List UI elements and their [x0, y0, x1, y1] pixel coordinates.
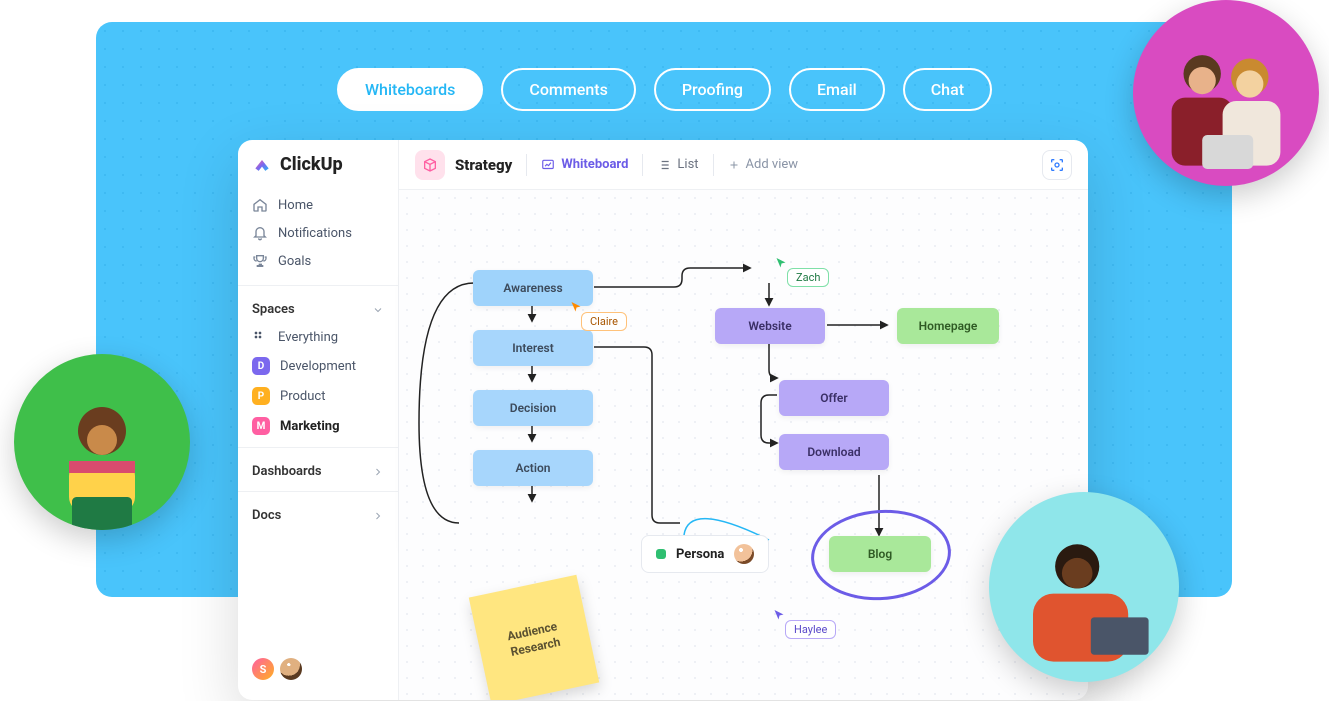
cursor-zach: [775, 254, 787, 273]
whiteboard-icon: [541, 158, 555, 172]
trophy-icon: [252, 253, 268, 269]
topbar: Strategy Whiteboard List Add view: [399, 140, 1088, 190]
cursor-arrow-icon: [773, 609, 785, 621]
tab-whiteboards[interactable]: Whiteboards: [337, 68, 483, 111]
node-action[interactable]: Action: [473, 450, 593, 486]
cursor-claire: [570, 298, 582, 317]
nav-notifications[interactable]: Notifications: [238, 219, 398, 247]
cursor-tag-haylee: Haylee: [785, 620, 836, 639]
main-area: Strategy Whiteboard List Add view: [399, 140, 1088, 700]
view-list-label: List: [677, 157, 698, 172]
sidebar: ClickUp Home Notifications Goals Spaces …: [238, 140, 399, 700]
person-laptop-illustration-icon: [999, 512, 1169, 682]
brand-name: ClickUp: [280, 154, 343, 175]
cursor-arrow-icon: [570, 301, 582, 313]
tab-comments[interactable]: Comments: [501, 68, 635, 111]
space-everything[interactable]: Everything: [238, 323, 398, 351]
cursor-tag-zach: Zach: [787, 268, 829, 287]
docs-row[interactable]: Docs: [238, 498, 398, 529]
app-window: ClickUp Home Notifications Goals Spaces …: [238, 140, 1088, 700]
view-whiteboard-label: Whiteboard: [561, 157, 628, 172]
add-view-label: Add view: [746, 157, 799, 172]
decor-photo-top-right: [1133, 0, 1319, 186]
plus-icon: [728, 159, 740, 171]
node-homepage[interactable]: Homepage: [897, 308, 999, 344]
cursor-arrow-icon: [775, 257, 787, 269]
chevron-right-icon: [372, 510, 384, 522]
add-view-button[interactable]: Add view: [728, 157, 799, 172]
docs-label: Docs: [252, 508, 281, 523]
persona-card[interactable]: Persona: [641, 535, 769, 573]
user-avatar-initial[interactable]: S: [252, 658, 274, 680]
nav-home[interactable]: Home: [238, 191, 398, 219]
sidebar-footer: S: [238, 648, 398, 690]
home-icon: [252, 197, 268, 213]
blog-highlight-ring: [808, 505, 954, 605]
space-badge-p: P: [252, 387, 270, 405]
scan-button[interactable]: [1042, 150, 1072, 180]
list-icon: [657, 158, 671, 172]
nav-home-label: Home: [278, 198, 313, 213]
view-list[interactable]: List: [657, 157, 698, 172]
brand[interactable]: ClickUp: [238, 154, 398, 187]
view-whiteboard[interactable]: Whiteboard: [541, 157, 628, 172]
whiteboard-canvas[interactable]: Awareness Interest Decision Action Websi…: [399, 190, 1088, 700]
node-website[interactable]: Website: [715, 308, 825, 344]
cursor-tag-claire: Claire: [581, 312, 627, 331]
tab-proofing[interactable]: Proofing: [654, 68, 771, 111]
space-product-label: Product: [280, 389, 325, 404]
people-illustration-icon: [1141, 16, 1311, 186]
space-development[interactable]: D Development: [238, 351, 398, 381]
person-illustration-icon: [27, 380, 177, 530]
dashboards-label: Dashboards: [252, 464, 322, 479]
space-marketing[interactable]: M Marketing: [238, 411, 398, 441]
persona-status-dot: [656, 549, 666, 559]
tab-email[interactable]: Email: [789, 68, 885, 111]
sticky-note[interactable]: Audience Research: [469, 575, 599, 700]
nav-goals-label: Goals: [278, 254, 311, 269]
spaces-header-label: Spaces: [252, 302, 295, 317]
nav-goals[interactable]: Goals: [238, 247, 398, 275]
persona-label: Persona: [676, 547, 724, 562]
scan-icon: [1049, 157, 1065, 173]
cube-icon: [415, 150, 445, 180]
node-interest[interactable]: Interest: [473, 330, 593, 366]
grid-icon: [252, 329, 268, 345]
chevron-down-icon: [372, 304, 384, 316]
feature-tabs: Whiteboards Comments Proofing Email Chat: [0, 68, 1329, 111]
tab-chat[interactable]: Chat: [903, 68, 992, 111]
breadcrumb: Strategy: [415, 150, 512, 180]
spaces-header[interactable]: Spaces: [238, 292, 398, 323]
space-everything-label: Everything: [278, 330, 338, 345]
node-decision[interactable]: Decision: [473, 390, 593, 426]
space-development-label: Development: [280, 359, 356, 374]
persona-avatar: [734, 544, 754, 564]
user-avatar-photo[interactable]: [280, 658, 302, 680]
nav-list: Home Notifications Goals: [238, 187, 398, 279]
space-badge-m: M: [252, 417, 270, 435]
chevron-right-icon: [372, 466, 384, 478]
node-download[interactable]: Download: [779, 434, 889, 470]
cursor-haylee: [773, 606, 785, 625]
dashboards-row[interactable]: Dashboards: [238, 454, 398, 485]
page-title: Strategy: [455, 156, 512, 174]
nav-notifications-label: Notifications: [278, 226, 352, 241]
node-offer[interactable]: Offer: [779, 380, 889, 416]
decor-photo-bottom-right: [989, 492, 1179, 682]
bell-icon: [252, 225, 268, 241]
decor-photo-left: [14, 354, 190, 530]
clickup-logo-icon: [252, 155, 272, 175]
space-product[interactable]: P Product: [238, 381, 398, 411]
space-marketing-label: Marketing: [280, 419, 340, 434]
space-badge-d: D: [252, 357, 270, 375]
